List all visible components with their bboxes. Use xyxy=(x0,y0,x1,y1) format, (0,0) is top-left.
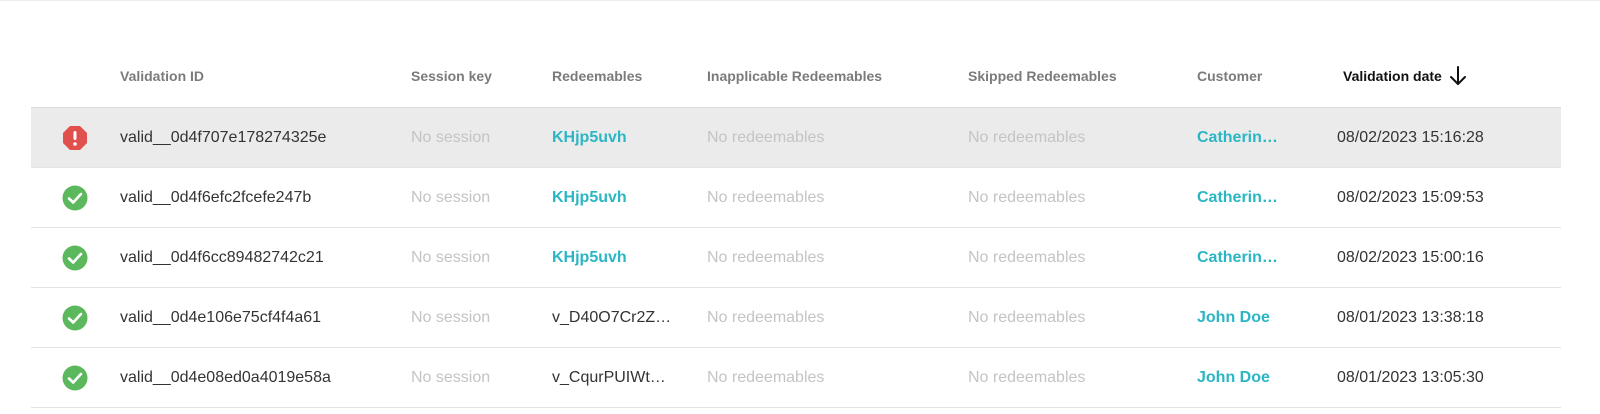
session-key: No session xyxy=(411,128,491,146)
validation-date: 08/01/2023 13:05:30 xyxy=(1337,368,1484,386)
column-header-inapplicable-redeemables[interactable]: Inapplicable Redeemables xyxy=(707,44,957,107)
arrow-down-icon[interactable] xyxy=(1448,65,1468,87)
redeemables-link[interactable]: KHjp5uvh xyxy=(552,168,682,227)
redeemables-link[interactable]: KHjp5uvh xyxy=(552,108,682,167)
error-octagon-icon xyxy=(63,125,87,150)
skipped-redeemables: No redeemables xyxy=(968,308,1086,326)
column-header-validation-id[interactable]: Validation ID xyxy=(120,44,400,107)
table-row[interactable]: valid__0d4e106e75cf4f4a61 No session v_D… xyxy=(31,288,1561,348)
validation-id[interactable]: valid__0d4f6efc2fcefe247b xyxy=(120,168,400,227)
validation-id[interactable]: valid__0d4e08ed0a4019e58a xyxy=(120,348,400,407)
table-row[interactable]: valid__0d4f6efc2fcefe247b No session KHj… xyxy=(31,168,1561,228)
column-header-session-key[interactable]: Session key xyxy=(411,44,541,107)
top-divider xyxy=(0,0,1600,1)
validation-date: 08/02/2023 15:09:53 xyxy=(1337,188,1484,206)
validation-id[interactable]: valid__0d4f6cc89482742c21 xyxy=(120,228,400,287)
redeemables-value: KHjp5uvh xyxy=(552,128,627,146)
column-header-redeemables[interactable]: Redeemables xyxy=(552,44,682,107)
skipped-redeemables: No redeemables xyxy=(968,128,1086,146)
check-circle-icon xyxy=(62,305,88,330)
session-key: No session xyxy=(411,308,491,326)
validation-id[interactable]: valid__0d4f707e178274325e xyxy=(120,108,400,167)
column-header-customer[interactable]: Customer xyxy=(1197,44,1293,107)
inapplicable-redeemables: No redeemables xyxy=(707,368,825,386)
status-cell xyxy=(61,348,89,407)
skipped-redeemables: No redeemables xyxy=(968,248,1086,266)
customer-link[interactable]: John Doe xyxy=(1197,288,1293,347)
redeemables: v_CqurPUIWt… xyxy=(552,348,682,407)
column-header-validation-date-label: Validation date xyxy=(1343,67,1442,84)
table-header: Validation ID Session key Redeemables In… xyxy=(31,44,1561,108)
check-circle-icon xyxy=(62,245,88,270)
redeemables-value: v_D40O7Cr2Z… xyxy=(552,308,672,326)
check-circle-icon xyxy=(62,185,88,210)
session-key: No session xyxy=(411,368,491,386)
skipped-redeemables: No redeemables xyxy=(968,368,1086,386)
customer-link[interactable]: Catherin… xyxy=(1197,168,1293,227)
table-row[interactable]: valid__0d4f6cc89482742c21 No session KHj… xyxy=(31,228,1561,288)
session-key: No session xyxy=(411,188,491,206)
skipped-redeemables: No redeemables xyxy=(968,188,1086,206)
status-cell xyxy=(61,108,89,167)
inapplicable-redeemables: No redeemables xyxy=(707,188,825,206)
validation-date: 08/02/2023 15:00:16 xyxy=(1337,248,1484,266)
column-header-skipped-redeemables[interactable]: Skipped Redeemables xyxy=(968,44,1168,107)
inapplicable-redeemables: No redeemables xyxy=(707,248,825,266)
redeemables-value: KHjp5uvh xyxy=(552,248,627,266)
customer-link[interactable]: John Doe xyxy=(1197,348,1293,407)
validation-date: 08/02/2023 15:16:28 xyxy=(1337,128,1484,146)
validation-id[interactable]: valid__0d4e106e75cf4f4a61 xyxy=(120,288,400,347)
check-circle-icon xyxy=(62,365,88,390)
table-row[interactable]: valid__0d4e08ed0a4019e58a No session v_C… xyxy=(31,348,1561,408)
redeemables-value: v_CqurPUIWt… xyxy=(552,368,666,386)
status-cell xyxy=(61,228,89,287)
status-cell xyxy=(61,168,89,227)
redeemables: v_D40O7Cr2Z… xyxy=(552,288,682,347)
inapplicable-redeemables: No redeemables xyxy=(707,308,825,326)
customer-link[interactable]: Catherin… xyxy=(1197,228,1293,287)
validations-table: Validation ID Session key Redeemables In… xyxy=(31,44,1561,408)
redeemables-value: KHjp5uvh xyxy=(552,188,627,206)
column-header-validation-date[interactable]: Validation date xyxy=(1343,44,1543,107)
inapplicable-redeemables: No redeemables xyxy=(707,128,825,146)
redeemables-link[interactable]: KHjp5uvh xyxy=(552,228,682,287)
status-cell xyxy=(61,288,89,347)
session-key: No session xyxy=(411,248,491,266)
table-row[interactable]: valid__0d4f707e178274325e No session KHj… xyxy=(31,108,1561,168)
validation-date: 08/01/2023 13:38:18 xyxy=(1337,308,1484,326)
customer-link[interactable]: Catherin… xyxy=(1197,108,1293,167)
